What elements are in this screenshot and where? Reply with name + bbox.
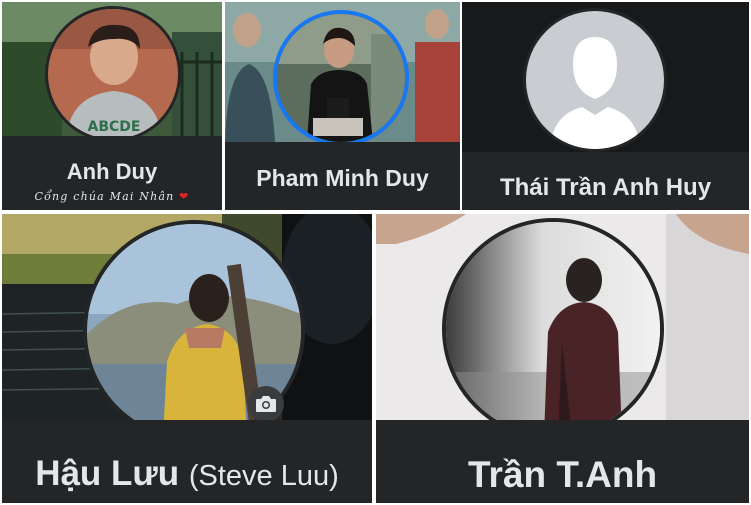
heart-icon: ❤ (179, 190, 190, 203)
profile-name[interactable]: Thái Trần Anh Huy (462, 174, 749, 202)
profile-card-hau-luu[interactable]: Hậu Lưu (Steve Luu) (2, 214, 372, 503)
profile-avatar[interactable]: ABCDE (45, 6, 181, 142)
profile-name[interactable]: Anh Duy (2, 159, 222, 185)
profile-name-row: Hậu Lưu (Steve Luu) (2, 454, 372, 494)
profile-card-pham-minh-duy[interactable]: Pham Minh Duy (225, 2, 460, 210)
profile-name[interactable]: Pham Minh Duy (225, 165, 460, 192)
default-avatar[interactable] (523, 8, 667, 152)
bio-text: Cổng chúa Mai Nhân (34, 190, 175, 203)
camera-button[interactable] (248, 386, 284, 422)
person-silhouette-icon (526, 11, 664, 149)
profile-alternate-name: (Steve Luu) (188, 460, 339, 492)
profile-bio: Cổng chúa Mai Nhân ❤ (2, 190, 222, 203)
profile-card-tran-t-anh[interactable]: Trần T.Anh (376, 214, 749, 503)
svg-text:ABCDE: ABCDE (88, 119, 141, 135)
profile-avatar[interactable] (442, 218, 664, 440)
profile-avatar[interactable] (273, 10, 409, 146)
camera-icon (256, 396, 276, 412)
profile-name[interactable]: Hậu Lưu (35, 454, 179, 493)
profile-card-anh-duy[interactable]: ABCDE Anh Duy Cổng chúa Mai Nhân ❤ (2, 2, 222, 210)
profile-name[interactable]: Trần T.Anh (376, 454, 749, 496)
profile-card-thai-tran-anh-huy[interactable]: Thái Trần Anh Huy (462, 2, 749, 210)
